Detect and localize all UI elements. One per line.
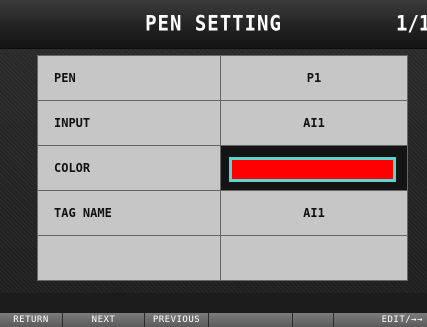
edit-button[interactable]: EDIT/→→ [334,313,427,327]
title-bar: PEN SETTING 1/1 [0,0,427,49]
softkey-5[interactable] [293,313,334,327]
tag-name-label: TAG NAME [37,190,221,236]
row-input: INPUT AI1 [37,100,408,146]
color-value-cell[interactable] [220,145,408,191]
tag-name-value[interactable]: AI1 [220,190,408,236]
input-label: INPUT [37,100,221,146]
pen-label: PEN [37,55,221,101]
row-tag-name: TAG NAME AI1 [37,190,408,236]
row-empty [37,235,408,281]
next-button[interactable]: NEXT [63,313,145,327]
color-label: COLOR [37,145,221,191]
return-button[interactable]: RETURN [0,313,63,327]
empty-value[interactable] [220,235,408,281]
previous-button[interactable]: PREVIOUS [145,313,209,327]
softkey-4[interactable] [209,313,293,327]
screen-title: PEN SETTING [145,11,282,37]
pen-settings-table: PEN P1 INPUT AI1 COLOR TAG NAME AI1 [37,55,408,281]
row-pen: PEN P1 [37,55,408,101]
color-swatch[interactable] [229,157,396,182]
pen-value[interactable]: P1 [220,55,408,101]
row-color: COLOR [37,145,408,191]
empty-label [37,235,221,281]
page-indicator: 1/1 [396,11,427,37]
softkey-bar: RETURN NEXT PREVIOUS EDIT/→→ [0,313,427,327]
input-value[interactable]: AI1 [220,100,408,146]
